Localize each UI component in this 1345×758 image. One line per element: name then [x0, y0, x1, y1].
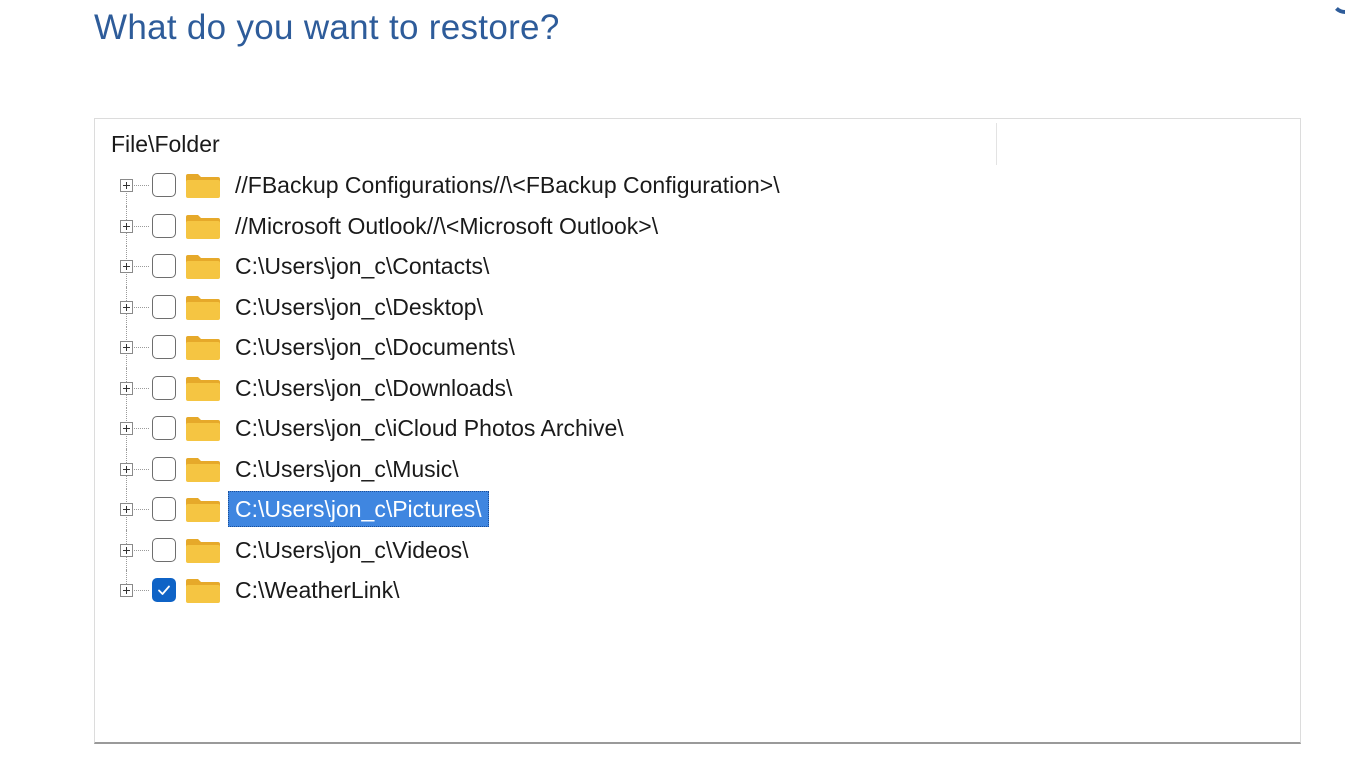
expand-plus-icon[interactable] — [120, 584, 133, 597]
tree-row[interactable]: C:\Users\jon_c\Documents\ — [95, 327, 1300, 368]
tree-rows: //FBackup Configurations//\<FBackup Conf… — [95, 165, 1300, 611]
tree-item-label[interactable]: C:\Users\jon_c\Videos\ — [228, 532, 476, 568]
tree-row[interactable]: C:\Users\jon_c\Pictures\ — [95, 489, 1300, 530]
folder-icon — [186, 336, 220, 360]
expand-plus-icon[interactable] — [120, 179, 133, 192]
folder-icon — [186, 174, 220, 198]
expand-plus-icon[interactable] — [120, 260, 133, 273]
checkmark-icon — [158, 585, 170, 595]
tree-item-label[interactable]: C:\Users\jon_c\Contacts\ — [228, 248, 496, 284]
tree-item-checkbox[interactable] — [152, 497, 176, 521]
tree-item-checkbox[interactable] — [152, 375, 176, 400]
tree-item-checkbox[interactable] — [152, 537, 176, 562]
tree-item-label[interactable]: //FBackup Configurations//\<FBackup Conf… — [228, 167, 787, 203]
expand-plus-icon[interactable] — [120, 503, 133, 516]
restore-tree-panel[interactable]: File\Folder //FBackup Configurations//\<… — [94, 118, 1301, 744]
tree-row[interactable]: //Microsoft Outlook//\<Microsoft Outlook… — [95, 205, 1300, 246]
tree-item-label[interactable]: C:\Users\jon_c\iCloud Photos Archive\ — [228, 410, 631, 446]
tree-item-label[interactable]: C:\Users\jon_c\Desktop\ — [228, 289, 490, 325]
expand-plus-icon[interactable] — [120, 543, 133, 557]
folder-icon — [186, 376, 220, 401]
tree-row[interactable]: C:\Users\jon_c\Contacts\ — [95, 246, 1300, 287]
tree-item-checkbox[interactable] — [152, 578, 176, 602]
folder-icon — [186, 214, 220, 239]
tree-item-checkbox[interactable] — [152, 294, 176, 319]
tree-row[interactable]: C:\Users\jon_c\Desktop\ — [95, 286, 1300, 327]
tree-row[interactable]: C:\Users\jon_c\Downloads\ — [95, 367, 1300, 408]
tree-item-checkbox[interactable] — [152, 213, 176, 238]
expand-plus-icon[interactable] — [120, 381, 133, 395]
tree-item-label[interactable]: C:\WeatherLink\ — [228, 572, 406, 608]
expand-plus-icon[interactable] — [120, 341, 133, 354]
tree-row[interactable]: C:\Users\jon_c\iCloud Photos Archive\ — [95, 408, 1300, 449]
tree-row[interactable]: //FBackup Configurations//\<FBackup Conf… — [95, 165, 1300, 206]
tree-item-checkbox[interactable] — [152, 456, 176, 481]
folder-icon — [186, 538, 220, 563]
expand-plus-icon[interactable] — [120, 462, 133, 476]
expand-plus-icon[interactable] — [120, 422, 133, 435]
tree-item-label[interactable]: C:\Users\jon_c\Music\ — [228, 451, 466, 487]
tree-item-label[interactable]: C:\Users\jon_c\Downloads\ — [228, 370, 519, 406]
folder-icon — [186, 417, 220, 441]
column-header-file-folder[interactable]: File\Folder — [111, 131, 220, 158]
column-divider[interactable] — [996, 123, 997, 165]
expand-plus-icon[interactable] — [120, 219, 133, 233]
expand-plus-icon[interactable] — [120, 300, 133, 314]
tree-item-label[interactable]: C:\Users\jon_c\Pictures\ — [228, 491, 489, 527]
tree-row[interactable]: C:\Users\jon_c\Videos\ — [95, 529, 1300, 570]
folder-icon — [186, 457, 220, 482]
tree-item-label[interactable]: //Microsoft Outlook//\<Microsoft Outlook… — [228, 208, 665, 244]
corner-logo-icon — [1331, 0, 1345, 14]
tree-row[interactable]: C:\Users\jon_c\Music\ — [95, 448, 1300, 489]
tree-item-label[interactable]: C:\Users\jon_c\Documents\ — [228, 329, 522, 365]
tree-item-checkbox[interactable] — [152, 173, 176, 197]
folder-icon — [186, 295, 220, 320]
folder-icon — [186, 255, 220, 279]
tree-item-checkbox[interactable] — [152, 335, 176, 359]
folder-icon — [186, 498, 220, 522]
page-title: What do you want to restore? — [94, 8, 560, 47]
tree-item-checkbox[interactable] — [152, 416, 176, 440]
tree-item-checkbox[interactable] — [152, 254, 176, 278]
folder-icon — [186, 579, 220, 603]
tree-row[interactable]: C:\WeatherLink\ — [95, 570, 1300, 611]
